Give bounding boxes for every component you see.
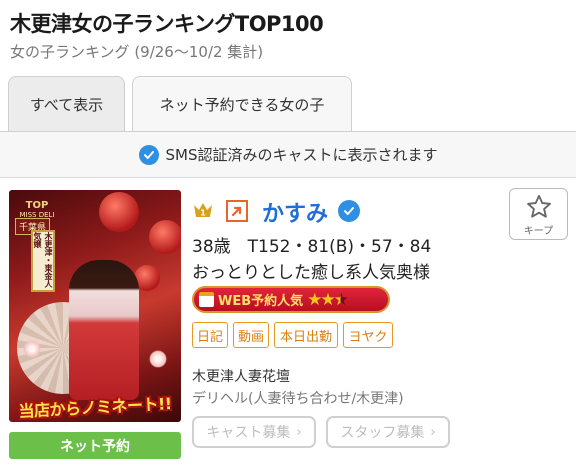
lantern-decoration (149, 220, 181, 254)
photo-rank-label: TOP MISS DELI (15, 200, 59, 219)
rank-number: 1 (200, 209, 206, 218)
cast-catchphrase: おっとりとした癒し系人気奥様 (192, 263, 430, 283)
verified-check-icon (138, 144, 159, 165)
star-icon: ★ (307, 289, 322, 310)
keep-label: キープ (523, 226, 554, 237)
cast-recruit-label: キャスト募集 (206, 425, 291, 441)
web-badge-label: WEB予約人気 (218, 294, 304, 309)
external-link-icon[interactable] (226, 200, 248, 222)
cast-name[interactable]: かすみ (262, 196, 328, 228)
star-icon: ★ (320, 289, 335, 310)
net-reservation-button[interactable]: ネット予約 (9, 432, 181, 459)
tab-all[interactable]: すべて表示 (8, 76, 125, 132)
calendar-icon (199, 292, 214, 307)
cast-recruit-button[interactable]: キャスト募集 › (192, 416, 316, 448)
star-outline-icon (526, 194, 551, 218)
lantern-decoration (99, 192, 139, 232)
page-title: 木更津女の子ランキングTOP100 (10, 12, 324, 36)
blossom-decoration (149, 350, 167, 368)
blossom-decoration (23, 340, 41, 358)
chevron-right-icon: › (430, 424, 436, 440)
verified-check-icon (338, 200, 360, 222)
chevron-right-icon: › (296, 424, 302, 440)
sms-notice-text: SMS認証済みのキャストに表示されます (165, 146, 438, 164)
sms-notice-bar: SMS認証済みのキャストに表示されます (0, 132, 576, 178)
page-subtitle: 女の子ランキング (9/26〜10/2 集計) (10, 43, 264, 61)
staff-recruit-button[interactable]: スタッフ募集 › (326, 416, 450, 448)
popularity-stars: ★★★ (307, 289, 349, 310)
photo-rank-top: TOP (25, 200, 49, 211)
tag-working-today[interactable]: 本日出勤 (274, 322, 338, 348)
rank-crown-icon: 1 (193, 200, 213, 220)
staff-recruit-label: スタッフ募集 (340, 425, 425, 441)
cast-photo[interactable]: TOP MISS DELI 千葉県 木更津・東金人気嬢 当店からノミネート!! (9, 190, 181, 422)
tab-all-label: すべて表示 (29, 96, 104, 114)
tag-diary[interactable]: 日記 (192, 322, 228, 348)
cast-figure (69, 260, 139, 400)
keep-button[interactable]: キープ (509, 188, 568, 240)
tab-net-reservation[interactable]: ネット予約できる女の子 (132, 76, 352, 132)
tab-net-reservation-label: ネット予約できる女の子 (159, 96, 325, 114)
half-star-icon: ★ (333, 289, 349, 310)
shop-type: デリヘル(人妻待ち合わせ/木更津) (192, 391, 404, 407)
tag-reserve[interactable]: ヨヤク (343, 322, 393, 348)
photo-ranking-sign: 木更津・東金人気嬢 (31, 230, 55, 292)
cast-stats: 38歳 T152・81(B)・57・84 (192, 237, 432, 257)
tag-video[interactable]: 動画 (233, 322, 269, 348)
shop-name[interactable]: 木更津人妻花壇 (192, 366, 290, 386)
photo-nominate-banner: 当店からノミネート!! (18, 394, 173, 421)
web-reservation-popularity-badge: WEB予約人気 ★★★ (192, 286, 390, 313)
